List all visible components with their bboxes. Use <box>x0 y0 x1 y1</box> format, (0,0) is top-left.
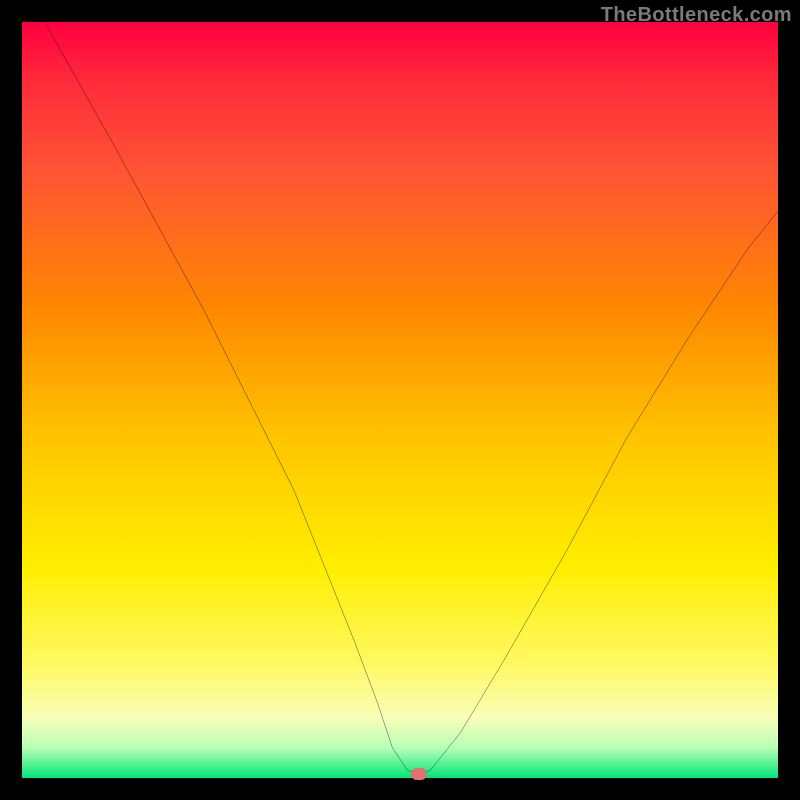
optimum-marker <box>411 768 427 780</box>
bottleneck-chart <box>22 22 778 778</box>
bottleneck-curve-line <box>45 22 778 774</box>
